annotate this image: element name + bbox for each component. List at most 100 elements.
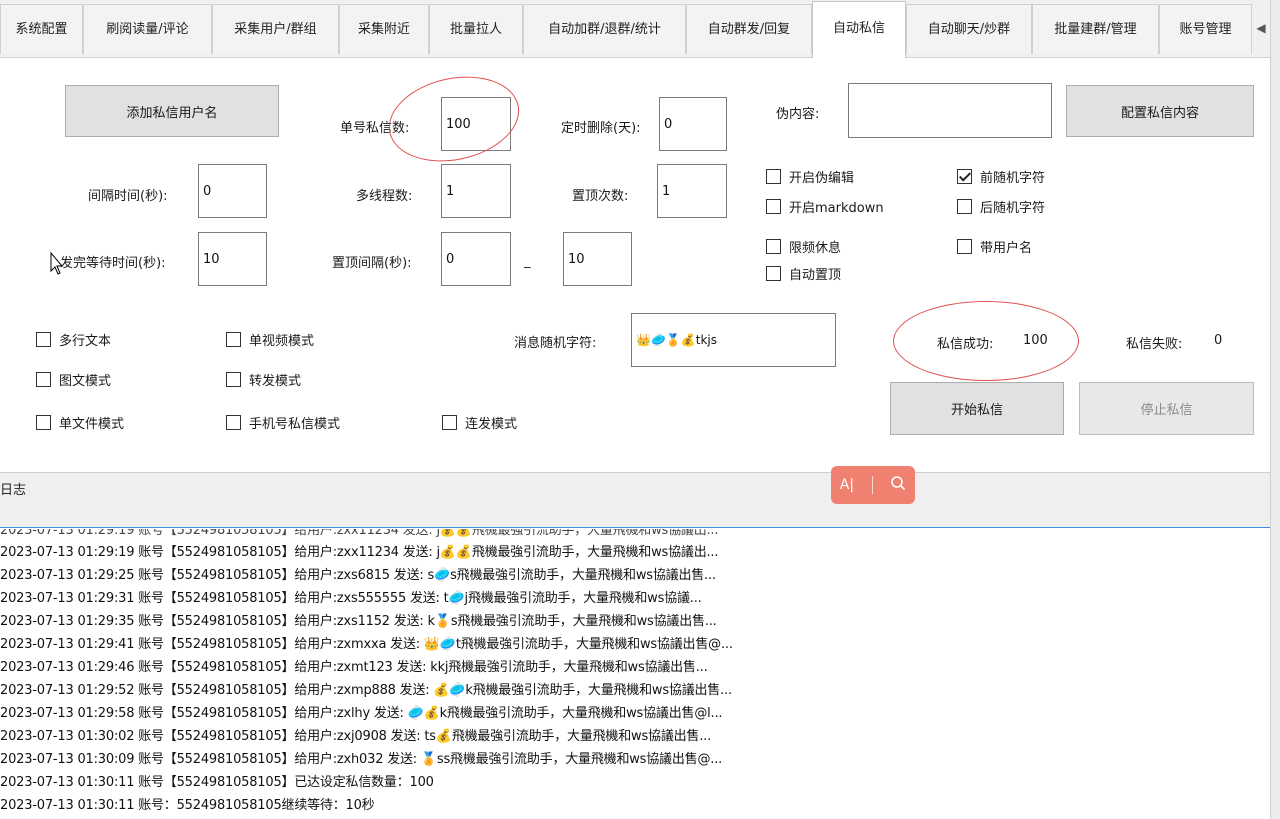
log-line: 2023-07-13 01:29:46 账号【5524981058105】给用户… xyxy=(0,660,708,675)
log-line: 2023-07-13 01:29:52 账号【5524981058105】给用户… xyxy=(0,683,732,698)
checkbox-box xyxy=(957,199,972,214)
start-dm-button[interactable]: 开始私信 xyxy=(890,382,1064,435)
threads-label: 多线程数: xyxy=(356,189,413,204)
tab-bulk-invite[interactable]: 批量拉人 xyxy=(429,4,523,54)
multiline-text-checkbox[interactable]: 多行文本 xyxy=(36,330,111,349)
random-chars-label: 消息随机字符: xyxy=(514,336,597,351)
checkbox-box xyxy=(957,239,972,254)
pin-interval-min-input[interactable]: 0 xyxy=(441,232,511,286)
checkbox-label: 图文模式 xyxy=(59,374,112,389)
with-username-checkbox[interactable]: 带用户名 xyxy=(957,237,1032,256)
tab-views-comments[interactable]: 刷阅读量/评论 xyxy=(83,4,212,54)
mouse-cursor-icon xyxy=(50,251,64,276)
checkbox-label: 单视频模式 xyxy=(249,334,315,349)
ocr-toolbar[interactable]: A| xyxy=(831,466,915,504)
log-line: 2023-07-13 01:29:58 账号【5524981058105】给用户… xyxy=(0,706,723,721)
checkbox-label: 开启伪编辑 xyxy=(789,171,855,186)
dm-success-value: 100 xyxy=(1023,333,1048,348)
rate-limit-rest-checkbox[interactable]: 限频休息 xyxy=(766,237,841,256)
dm-success-label: 私信成功: xyxy=(937,337,994,352)
log-line: 2023-07-13 01:30:02 账号【5524981058105】给用户… xyxy=(0,729,712,744)
threads-input[interactable]: 1 xyxy=(441,164,511,218)
checkbox-box xyxy=(226,415,241,430)
tab-bulk-create-groups[interactable]: 批量建群/管理 xyxy=(1032,4,1159,54)
config-dm-content-button[interactable]: 配置私信内容 xyxy=(1066,85,1254,137)
phone-dm-mode-checkbox[interactable]: 手机号私信模式 xyxy=(226,413,340,432)
fake-edit-checkbox[interactable]: 开启伪编辑 xyxy=(766,167,854,186)
pin-count-input[interactable]: 1 xyxy=(657,164,727,218)
tab-auto-join-groups[interactable]: 自动加群/退群/统计 xyxy=(523,4,686,54)
pin-interval-max-input[interactable]: 10 xyxy=(563,232,632,286)
log-header: 日志 xyxy=(0,472,1270,528)
checkbox-box xyxy=(226,372,241,387)
separator xyxy=(871,476,873,494)
image-text-mode-checkbox[interactable]: 图文模式 xyxy=(36,370,111,389)
checkbox-label: 前随机字符 xyxy=(980,171,1046,186)
log-line: 2023-07-13 01:30:11 账号【5524981058105】已达设… xyxy=(0,775,434,790)
checkbox-box xyxy=(36,415,51,430)
checkbox-box xyxy=(36,372,51,387)
checkbox-label: 后随机字符 xyxy=(980,201,1046,216)
tab-scroll-left-icon[interactable]: ◀ xyxy=(1252,14,1270,42)
pin-interval-separator: _ xyxy=(524,254,531,269)
checkbox-label: 手机号私信模式 xyxy=(249,417,341,432)
checkbox-box xyxy=(766,199,781,214)
wait-after-send-input[interactable]: 10 xyxy=(198,232,267,286)
checkbox-label: 开启markdown xyxy=(789,201,884,216)
checkbox-box xyxy=(442,415,457,430)
checkbox-label: 单文件模式 xyxy=(59,417,125,432)
pin-count-label: 置顶次数: xyxy=(572,189,629,204)
log-line: 2023-07-13 01:29:25 账号【5524981058105】给用户… xyxy=(0,568,716,583)
checkbox-box xyxy=(766,266,781,281)
auto-pin-checkbox[interactable]: 自动置顶 xyxy=(766,264,841,283)
tab-collect-users[interactable]: 采集用户/群组 xyxy=(212,4,339,54)
log-line: 2023-07-13 01:29:41 账号【5524981058105】给用户… xyxy=(0,637,733,652)
per-account-dm-input[interactable]: 100 xyxy=(441,97,511,151)
checkbox-label: 连发模式 xyxy=(465,417,518,432)
text-recognition-icon[interactable]: A| xyxy=(840,477,854,493)
checkbox-label: 自动置顶 xyxy=(789,268,842,283)
checkbox-label: 限频休息 xyxy=(789,241,842,256)
tab-system-config[interactable]: 系统配置 xyxy=(0,4,83,54)
log-title: 日志 xyxy=(0,483,27,498)
dm-fail-value: 0 xyxy=(1214,333,1223,348)
random-chars-input[interactable]: 👑🥏🏅💰tkjs xyxy=(631,313,836,367)
tab-auto-dm[interactable]: 自动私信 xyxy=(812,1,906,58)
wait-after-send-label: 发完等待时间(秒): xyxy=(60,256,166,271)
checkbox-box xyxy=(36,332,51,347)
single-file-mode-checkbox[interactable]: 单文件模式 xyxy=(36,413,124,432)
markdown-checkbox[interactable]: 开启markdown xyxy=(766,197,884,216)
timed-delete-label: 定时删除(天): xyxy=(561,121,641,136)
add-dm-user-button[interactable]: 添加私信用户名 xyxy=(65,85,279,137)
tab-collect-nearby[interactable]: 采集附近 xyxy=(339,4,429,54)
log-text-area[interactable]: 2023-07-13 01:29:19 账号【5524981058105】给用户… xyxy=(0,529,1270,819)
stop-dm-button[interactable]: 停止私信 xyxy=(1079,382,1254,435)
log-line: 2023-07-13 01:30:09 账号【5524981058105】给用户… xyxy=(0,752,723,767)
tab-account-management[interactable]: 账号管理 xyxy=(1159,4,1252,54)
pin-interval-label: 置顶间隔(秒): xyxy=(332,256,412,271)
burst-mode-checkbox[interactable]: 连发模式 xyxy=(442,413,517,432)
checkbox-box xyxy=(226,332,241,347)
search-icon[interactable] xyxy=(890,475,906,495)
prefix-random-checkbox[interactable]: 前随机字符 xyxy=(957,167,1045,186)
window-edge xyxy=(1270,0,1280,819)
interval-label: 间隔时间(秒): xyxy=(88,189,168,204)
checkbox-box xyxy=(766,169,781,184)
tab-bar: 系统配置 刷阅读量/评论 采集用户/群组 采集附近 批量拉人 自动加群/退群/统… xyxy=(0,0,1280,58)
fake-content-input[interactable] xyxy=(848,83,1052,138)
interval-input[interactable]: 0 xyxy=(198,164,267,218)
checkbox-box-checked xyxy=(957,169,972,184)
suffix-random-checkbox[interactable]: 后随机字符 xyxy=(957,197,1045,216)
per-account-dm-label: 单号私信数: xyxy=(340,121,410,136)
checkbox-label: 转发模式 xyxy=(249,374,302,389)
checkbox-box xyxy=(766,239,781,254)
checkbox-label: 带用户名 xyxy=(980,241,1033,256)
tab-auto-chat[interactable]: 自动聊天/炒群 xyxy=(906,4,1032,54)
log-line: 2023-07-13 01:29:19 账号【5524981058105】给用户… xyxy=(0,545,719,560)
timed-delete-input[interactable]: 0 xyxy=(659,97,727,151)
forward-mode-checkbox[interactable]: 转发模式 xyxy=(226,370,301,389)
single-video-mode-checkbox[interactable]: 单视频模式 xyxy=(226,330,314,349)
log-line: 2023-07-13 01:30:11 账号：5524981058105继续等待… xyxy=(0,798,375,813)
dm-fail-label: 私信失败: xyxy=(1126,337,1183,352)
tab-auto-broadcast[interactable]: 自动群发/回复 xyxy=(686,4,812,54)
